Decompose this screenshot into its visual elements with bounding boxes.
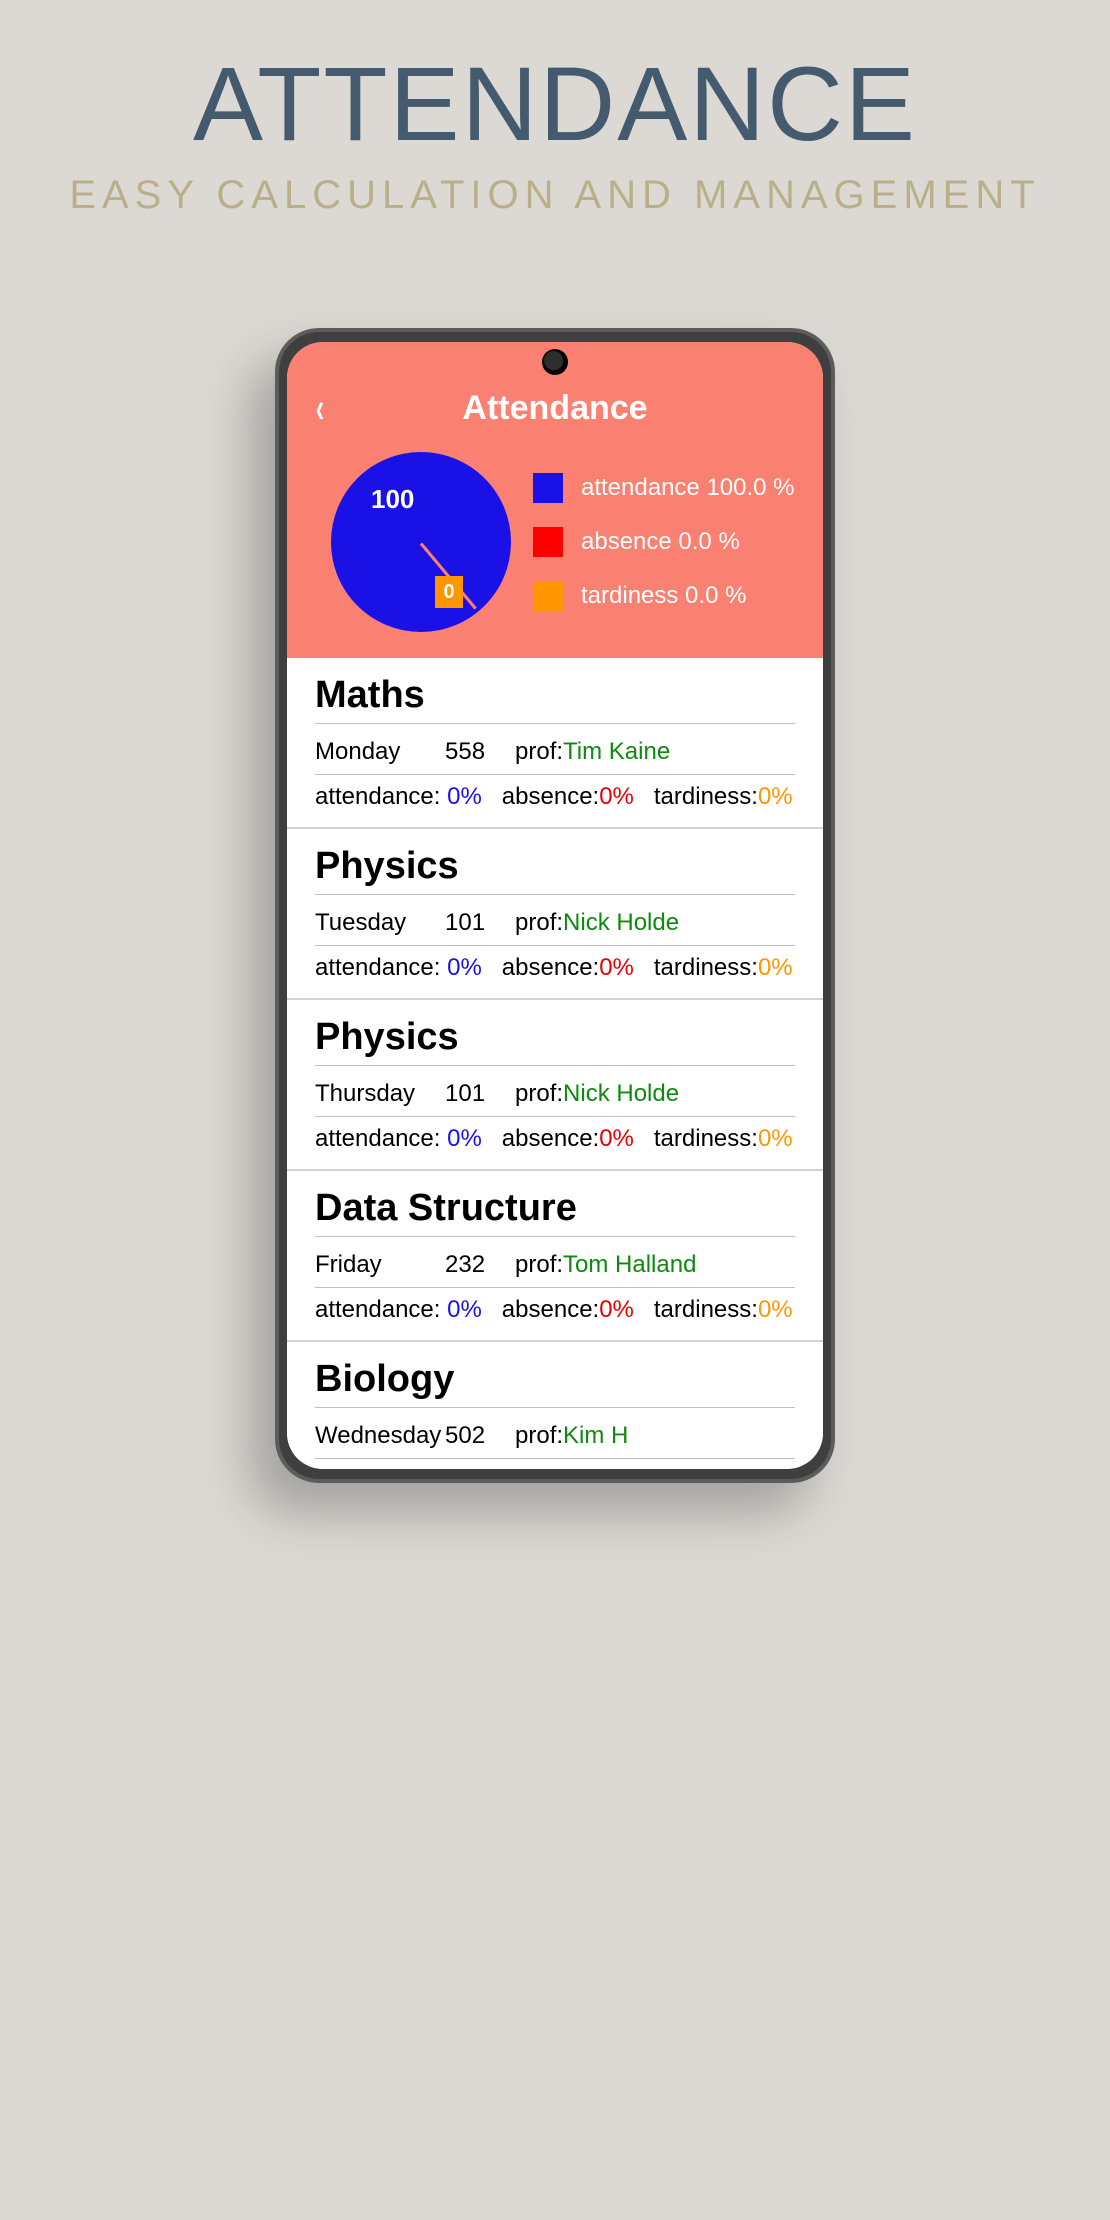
attendance-chart: 100 0 attendance 100.0 % absence 0.0 % bbox=[303, 452, 807, 632]
swatch-tardiness-icon bbox=[533, 581, 563, 611]
prof-label: prof: bbox=[515, 909, 563, 937]
camera-notch bbox=[542, 349, 568, 375]
legend-absence: absence 0.0 % bbox=[533, 527, 795, 557]
course-subject: Maths bbox=[315, 674, 795, 724]
prof-name: Tom Halland bbox=[563, 1251, 696, 1279]
course-stats-row: attendance: 0% absence:0% tardiness:0% bbox=[315, 946, 795, 986]
course-card[interactable]: BiologyWednesday502prof:Kim Hattendance:… bbox=[287, 1342, 823, 1469]
phone-frame: ‹ Attendance 100 0 attendance 100.0 % bbox=[275, 328, 835, 1483]
legend-tardiness-label: tardiness 0.0 % bbox=[581, 582, 746, 610]
course-list: MathsMonday558prof:Tim Kaineattendance: … bbox=[287, 658, 823, 1469]
pie-label-tardiness: 0 bbox=[435, 576, 463, 608]
attendance-stat: attendance: 0% bbox=[315, 1296, 482, 1324]
attendance-stat: attendance: 0% bbox=[315, 1125, 482, 1153]
prof-name: Nick Holde bbox=[563, 909, 679, 937]
tardiness-stat: tardiness:0% bbox=[654, 1296, 793, 1324]
course-subject: Data Structure bbox=[315, 1187, 795, 1237]
legend-attendance: attendance 100.0 % bbox=[533, 473, 795, 503]
tardiness-stat: tardiness:0% bbox=[654, 954, 793, 982]
swatch-absence-icon bbox=[533, 527, 563, 557]
pie-label-attendance: 100 bbox=[371, 484, 414, 515]
pie-chart: 100 0 bbox=[331, 452, 511, 632]
legend-tardiness: tardiness 0.0 % bbox=[533, 581, 795, 611]
prof-label: prof: bbox=[515, 1080, 563, 1108]
absence-stat: absence:0% bbox=[502, 1296, 634, 1324]
course-room: 101 bbox=[445, 1080, 515, 1108]
course-stats-row: attendance: 0% absence:0% tardiness:0% bbox=[315, 1459, 795, 1469]
course-card[interactable]: PhysicsTuesday101prof:Nick Holdeattendan… bbox=[287, 829, 823, 1000]
course-card[interactable]: PhysicsThursday101prof:Nick Holdeattenda… bbox=[287, 1000, 823, 1171]
course-info-row: Thursday101prof:Nick Holde bbox=[315, 1072, 795, 1117]
absence-stat: absence:0% bbox=[502, 954, 634, 982]
course-stats-row: attendance: 0% absence:0% tardiness:0% bbox=[315, 1288, 795, 1328]
prof-label: prof: bbox=[515, 738, 563, 766]
course-info-row: Monday558prof:Tim Kaine bbox=[315, 730, 795, 775]
tardiness-stat: tardiness:0% bbox=[654, 783, 793, 811]
course-stats-row: attendance: 0% absence:0% tardiness:0% bbox=[315, 775, 795, 815]
course-card[interactable]: Data StructureFriday232prof:Tom Hallanda… bbox=[287, 1171, 823, 1342]
course-day: Wednesday bbox=[315, 1422, 445, 1450]
absence-stat: absence:0% bbox=[502, 783, 634, 811]
course-room: 101 bbox=[445, 909, 515, 937]
promo-subtitle: EASY CALCULATION AND MANAGEMENT bbox=[69, 173, 1040, 218]
swatch-attendance-icon bbox=[533, 473, 563, 503]
course-stats-row: attendance: 0% absence:0% tardiness:0% bbox=[315, 1117, 795, 1157]
absence-stat: absence:0% bbox=[502, 1467, 634, 1469]
course-day: Thursday bbox=[315, 1080, 445, 1108]
course-room: 502 bbox=[445, 1422, 515, 1450]
legend-absence-label: absence 0.0 % bbox=[581, 528, 740, 556]
course-info-row: Wednesday502prof:Kim H bbox=[315, 1414, 795, 1459]
course-subject: Physics bbox=[315, 1016, 795, 1066]
prof-name: Kim H bbox=[563, 1422, 628, 1450]
legend-attendance-label: attendance 100.0 % bbox=[581, 474, 795, 502]
promo-title: ATTENDANCE bbox=[193, 45, 917, 165]
tardiness-stat: tardiness:0% bbox=[654, 1467, 793, 1469]
course-subject: Biology bbox=[315, 1358, 795, 1408]
course-info-row: Tuesday101prof:Nick Holde bbox=[315, 901, 795, 946]
course-subject: Physics bbox=[315, 845, 795, 895]
attendance-stat: attendance: 0% bbox=[315, 954, 482, 982]
course-day: Monday bbox=[315, 738, 445, 766]
absence-stat: absence:0% bbox=[502, 1125, 634, 1153]
course-card[interactable]: MathsMonday558prof:Tim Kaineattendance: … bbox=[287, 658, 823, 829]
course-info-row: Friday232prof:Tom Halland bbox=[315, 1243, 795, 1288]
course-day: Tuesday bbox=[315, 909, 445, 937]
prof-name: Nick Holde bbox=[563, 1080, 679, 1108]
attendance-stat: attendance: 0% bbox=[315, 783, 482, 811]
course-day: Friday bbox=[315, 1251, 445, 1279]
header: ‹ Attendance 100 0 attendance 100.0 % bbox=[287, 342, 823, 658]
attendance-stat: attendance: 0% bbox=[315, 1467, 482, 1469]
prof-label: prof: bbox=[515, 1251, 563, 1279]
course-room: 232 bbox=[445, 1251, 515, 1279]
page-title: Attendance bbox=[462, 389, 647, 428]
prof-name: Tim Kaine bbox=[563, 738, 670, 766]
course-room: 558 bbox=[445, 738, 515, 766]
prof-label: prof: bbox=[515, 1422, 563, 1450]
tardiness-stat: tardiness:0% bbox=[654, 1125, 793, 1153]
chart-legend: attendance 100.0 % absence 0.0 % tardine… bbox=[533, 473, 795, 611]
back-button[interactable]: ‹ bbox=[316, 384, 324, 432]
